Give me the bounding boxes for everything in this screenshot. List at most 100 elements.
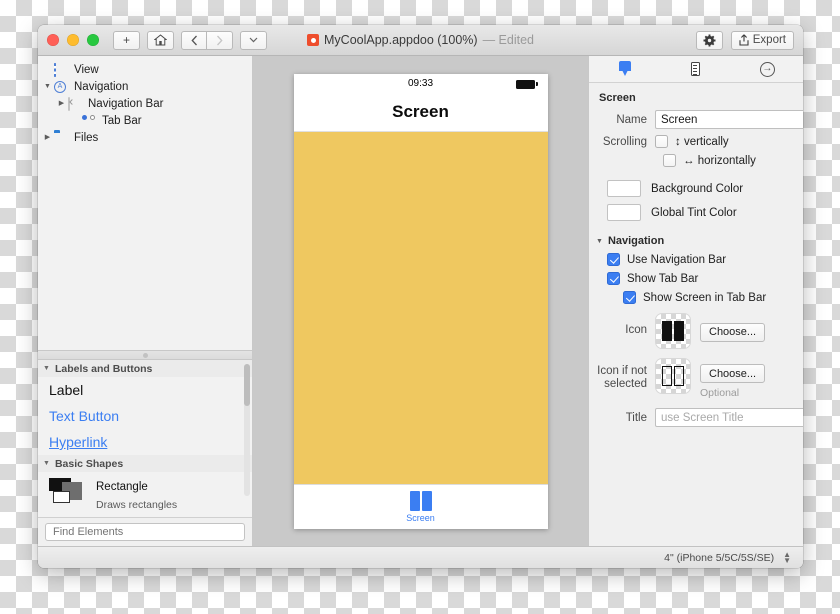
device-status-bar: 09:33 [293, 73, 548, 94]
library-item-text: Rectangle Draws rectangles [96, 477, 177, 513]
icon-unselected-choose-button[interactable]: Choose... [700, 364, 766, 383]
title-label: Title [625, 411, 647, 424]
tree-item-tab-bar[interactable]: Tab Bar [38, 112, 252, 129]
search-input[interactable] [45, 523, 245, 541]
home-glyph [154, 34, 167, 46]
title-field[interactable] [655, 408, 803, 427]
zoom-button[interactable] [87, 34, 99, 46]
add-button[interactable]: + [113, 30, 140, 50]
device-selector-label[interactable]: 4" (iPhone 5/5C/5S/SE) [664, 552, 774, 564]
close-button[interactable] [47, 34, 59, 46]
panel-splitter[interactable] [38, 350, 252, 360]
forward-button[interactable] [207, 30, 233, 50]
device-tab-bar: Screen [293, 483, 548, 529]
book-icon [662, 321, 684, 341]
tree-item-label: Navigation [74, 80, 129, 93]
device-preview[interactable]: 09:33 Screen Screen [293, 73, 548, 529]
icon-label: Icon [625, 324, 647, 336]
twisty-files[interactable] [41, 134, 54, 141]
export-label: Export [752, 34, 786, 46]
twisty-open-icon: ▼ [43, 460, 50, 467]
tab-bar-icon [82, 114, 97, 127]
tab-attributes[interactable] [589, 61, 660, 77]
background-color-swatch[interactable] [607, 180, 641, 197]
library-item-rectangle[interactable]: Rectangle Draws rectangles [38, 472, 252, 517]
scrollbar-thumb[interactable] [244, 364, 250, 406]
library-group-title: Basic Shapes [54, 457, 124, 470]
show-screen-in-tab-bar-label: Show Screen in Tab Bar [643, 291, 767, 304]
twisty-open-icon: ▼ [596, 237, 603, 245]
name-field[interactable] [655, 110, 803, 129]
tree-item-view[interactable]: View [38, 61, 252, 78]
splitter-handle [142, 352, 148, 358]
library-item-hyperlink[interactable]: Hyperlink [38, 429, 252, 455]
inspector-content: Screen Name Scrolling ↕ vertically [589, 83, 803, 546]
scroll-horizontally-checkbox[interactable] [663, 154, 676, 167]
book-outline-icon [662, 366, 684, 386]
section-title-navigation: Navigation [607, 235, 665, 247]
use-navigation-bar-checkbox[interactable] [607, 253, 620, 266]
tree-item-files[interactable]: Files [38, 129, 252, 146]
nav-bar-title: Screen [392, 102, 449, 121]
stepper-down: ▼ [783, 555, 791, 565]
library-item-label[interactable]: Label [38, 377, 252, 403]
twisty-navigation[interactable] [41, 83, 54, 90]
library-scrollbar[interactable] [244, 364, 250, 496]
show-tab-bar-label: Show Tab Bar [627, 272, 699, 285]
chevron-left-icon [190, 35, 197, 45]
navigation-bar-icon [68, 96, 83, 111]
scroll-vertically-label: ↕ vertically [675, 135, 729, 148]
structure-tree[interactable]: View A Navigation Navigation Bar Tab Bar [38, 56, 252, 350]
twisty-open-icon: ▼ [43, 365, 50, 372]
gear-icon[interactable] [695, 30, 723, 50]
icon-choose-wrap: Choose... [700, 313, 766, 342]
status-time: 09:33 [407, 78, 434, 89]
row-background-color: Background Color [607, 180, 803, 197]
arrow-circle-right-icon: → [759, 61, 775, 77]
tab-item-label: Screen [406, 512, 435, 523]
canvas-area[interactable]: 09:33 Screen Screen [253, 56, 588, 546]
arrows-horizontal-icon: ↔ [683, 154, 695, 167]
tab-connections[interactable]: → [732, 61, 803, 77]
show-screen-in-tab-bar-checkbox[interactable] [623, 291, 636, 304]
inspector-panel: → Screen Name Scrolling ↕ vertically [588, 56, 803, 546]
folder-icon [54, 132, 69, 144]
icon-choose-button[interactable]: Choose... [700, 322, 766, 342]
global-tint-color-swatch[interactable] [607, 204, 641, 221]
field-row-title: Title [589, 408, 803, 427]
chevron-right-icon [217, 35, 223, 45]
icon-well-selected[interactable] [655, 313, 691, 349]
icon-if-not-selected-label: Icon if not selected [597, 365, 647, 390]
device-screen-content[interactable] [293, 131, 548, 484]
icon-well-unselected[interactable] [655, 358, 691, 394]
tab-item-screen[interactable]: Screen [406, 490, 435, 523]
toolbar-right-group: Export [695, 30, 794, 50]
arrows-vertical-icon: ↕ [675, 135, 681, 148]
status-bar: 4" (iPhone 5/5C/5S/SE) ▲ ▼ [38, 546, 803, 568]
home-icon[interactable] [147, 30, 174, 50]
show-tab-bar-checkbox[interactable] [607, 272, 620, 285]
library-item-text-button[interactable]: Text Button [38, 403, 252, 429]
tree-item-navigation[interactable]: A Navigation [38, 78, 252, 95]
rectangle-shape-icon [49, 477, 87, 503]
section-header-navigation[interactable]: ▼ Navigation [589, 235, 803, 253]
twisty-navigation-bar[interactable] [55, 100, 68, 107]
row-icon: Icon Choose... [589, 313, 803, 349]
minimize-button[interactable] [67, 34, 79, 46]
stepper-icon[interactable]: ▲ ▼ [783, 550, 791, 565]
library-group-header-basic-shapes[interactable]: ▼ Basic Shapes [38, 455, 252, 472]
tab-size[interactable] [660, 62, 731, 76]
global-tint-color-label: Global Tint Color [651, 206, 737, 219]
tree-item-label: Files [74, 131, 99, 144]
window-edited-label: — Edited [482, 33, 534, 47]
export-button[interactable]: Export [730, 30, 794, 50]
chevron-down-icon [249, 37, 258, 43]
tree-item-navigation-bar[interactable]: Navigation Bar [38, 95, 252, 112]
name-label: Name [616, 113, 647, 126]
field-row-scrolling: Scrolling ↕ vertically [589, 135, 803, 148]
scroll-vertically-checkbox[interactable] [655, 135, 668, 148]
back-button[interactable] [181, 30, 207, 50]
optional-label: Optional [700, 387, 740, 399]
library-group-header-labels-and-buttons[interactable]: ▼ Labels and Buttons [38, 360, 252, 377]
view-options-dropdown[interactable] [240, 30, 267, 50]
